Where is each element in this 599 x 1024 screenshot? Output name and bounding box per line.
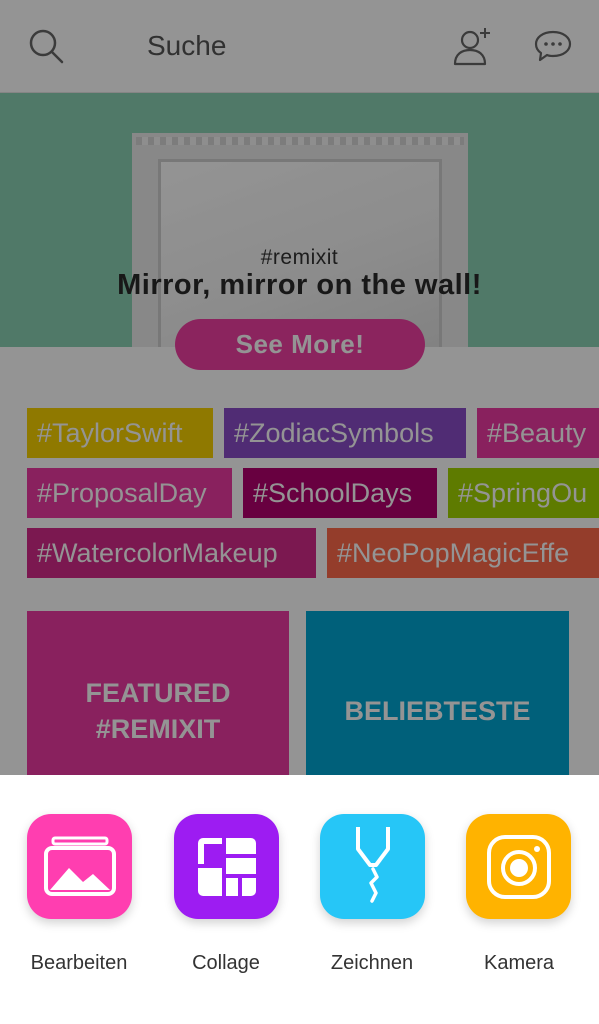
edit-label: Bearbeiten <box>30 952 128 974</box>
collage-grid-icon <box>197 837 256 896</box>
draw-button[interactable] <box>320 814 425 919</box>
camera-icon <box>486 834 551 899</box>
draw-label: Zeichnen <box>330 952 414 974</box>
draw-pen-icon <box>355 826 390 903</box>
camera-label: Kamera <box>483 952 555 974</box>
create-bottom-sheet: Bearbeiten Collage Zeichnen Kamera <box>0 775 599 1024</box>
collage-label: Collage <box>192 952 260 974</box>
collage-button[interactable] <box>174 814 279 919</box>
feed-page: Suche #remixit Mirror, mirror on the wal… <box>0 0 599 775</box>
camera-button[interactable] <box>466 814 571 919</box>
image-edit-icon <box>43 836 116 896</box>
edit-button[interactable] <box>27 814 132 919</box>
dim-overlay[interactable] <box>0 0 599 775</box>
